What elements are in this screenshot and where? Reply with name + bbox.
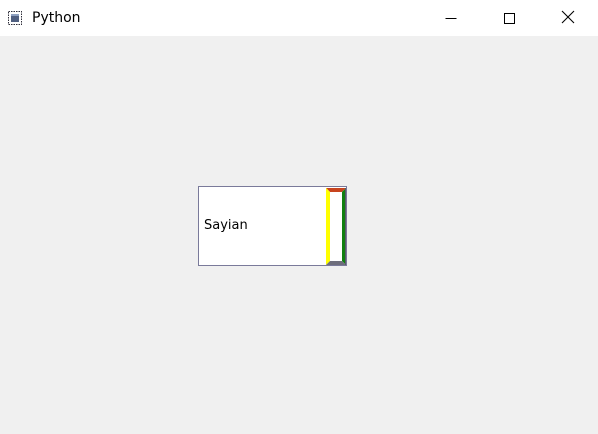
minimize-icon [445,9,457,28]
close-icon [561,9,575,28]
title-bar[interactable]: Python [0,0,598,36]
dropdown-button-icon [326,188,346,265]
combo-box[interactable]: Sayian [198,186,347,266]
close-button[interactable] [538,0,598,36]
app-window-icon [8,10,22,25]
minimize-button[interactable] [422,0,480,36]
dropdown-button[interactable] [326,188,346,265]
application-window: Python Sayian [0,0,598,434]
maximize-icon [503,9,515,28]
window-title: Python [32,10,81,26]
maximize-button[interactable] [480,0,538,36]
combo-box-value[interactable]: Sayian [204,218,248,234]
window-content: Sayian [0,36,598,434]
